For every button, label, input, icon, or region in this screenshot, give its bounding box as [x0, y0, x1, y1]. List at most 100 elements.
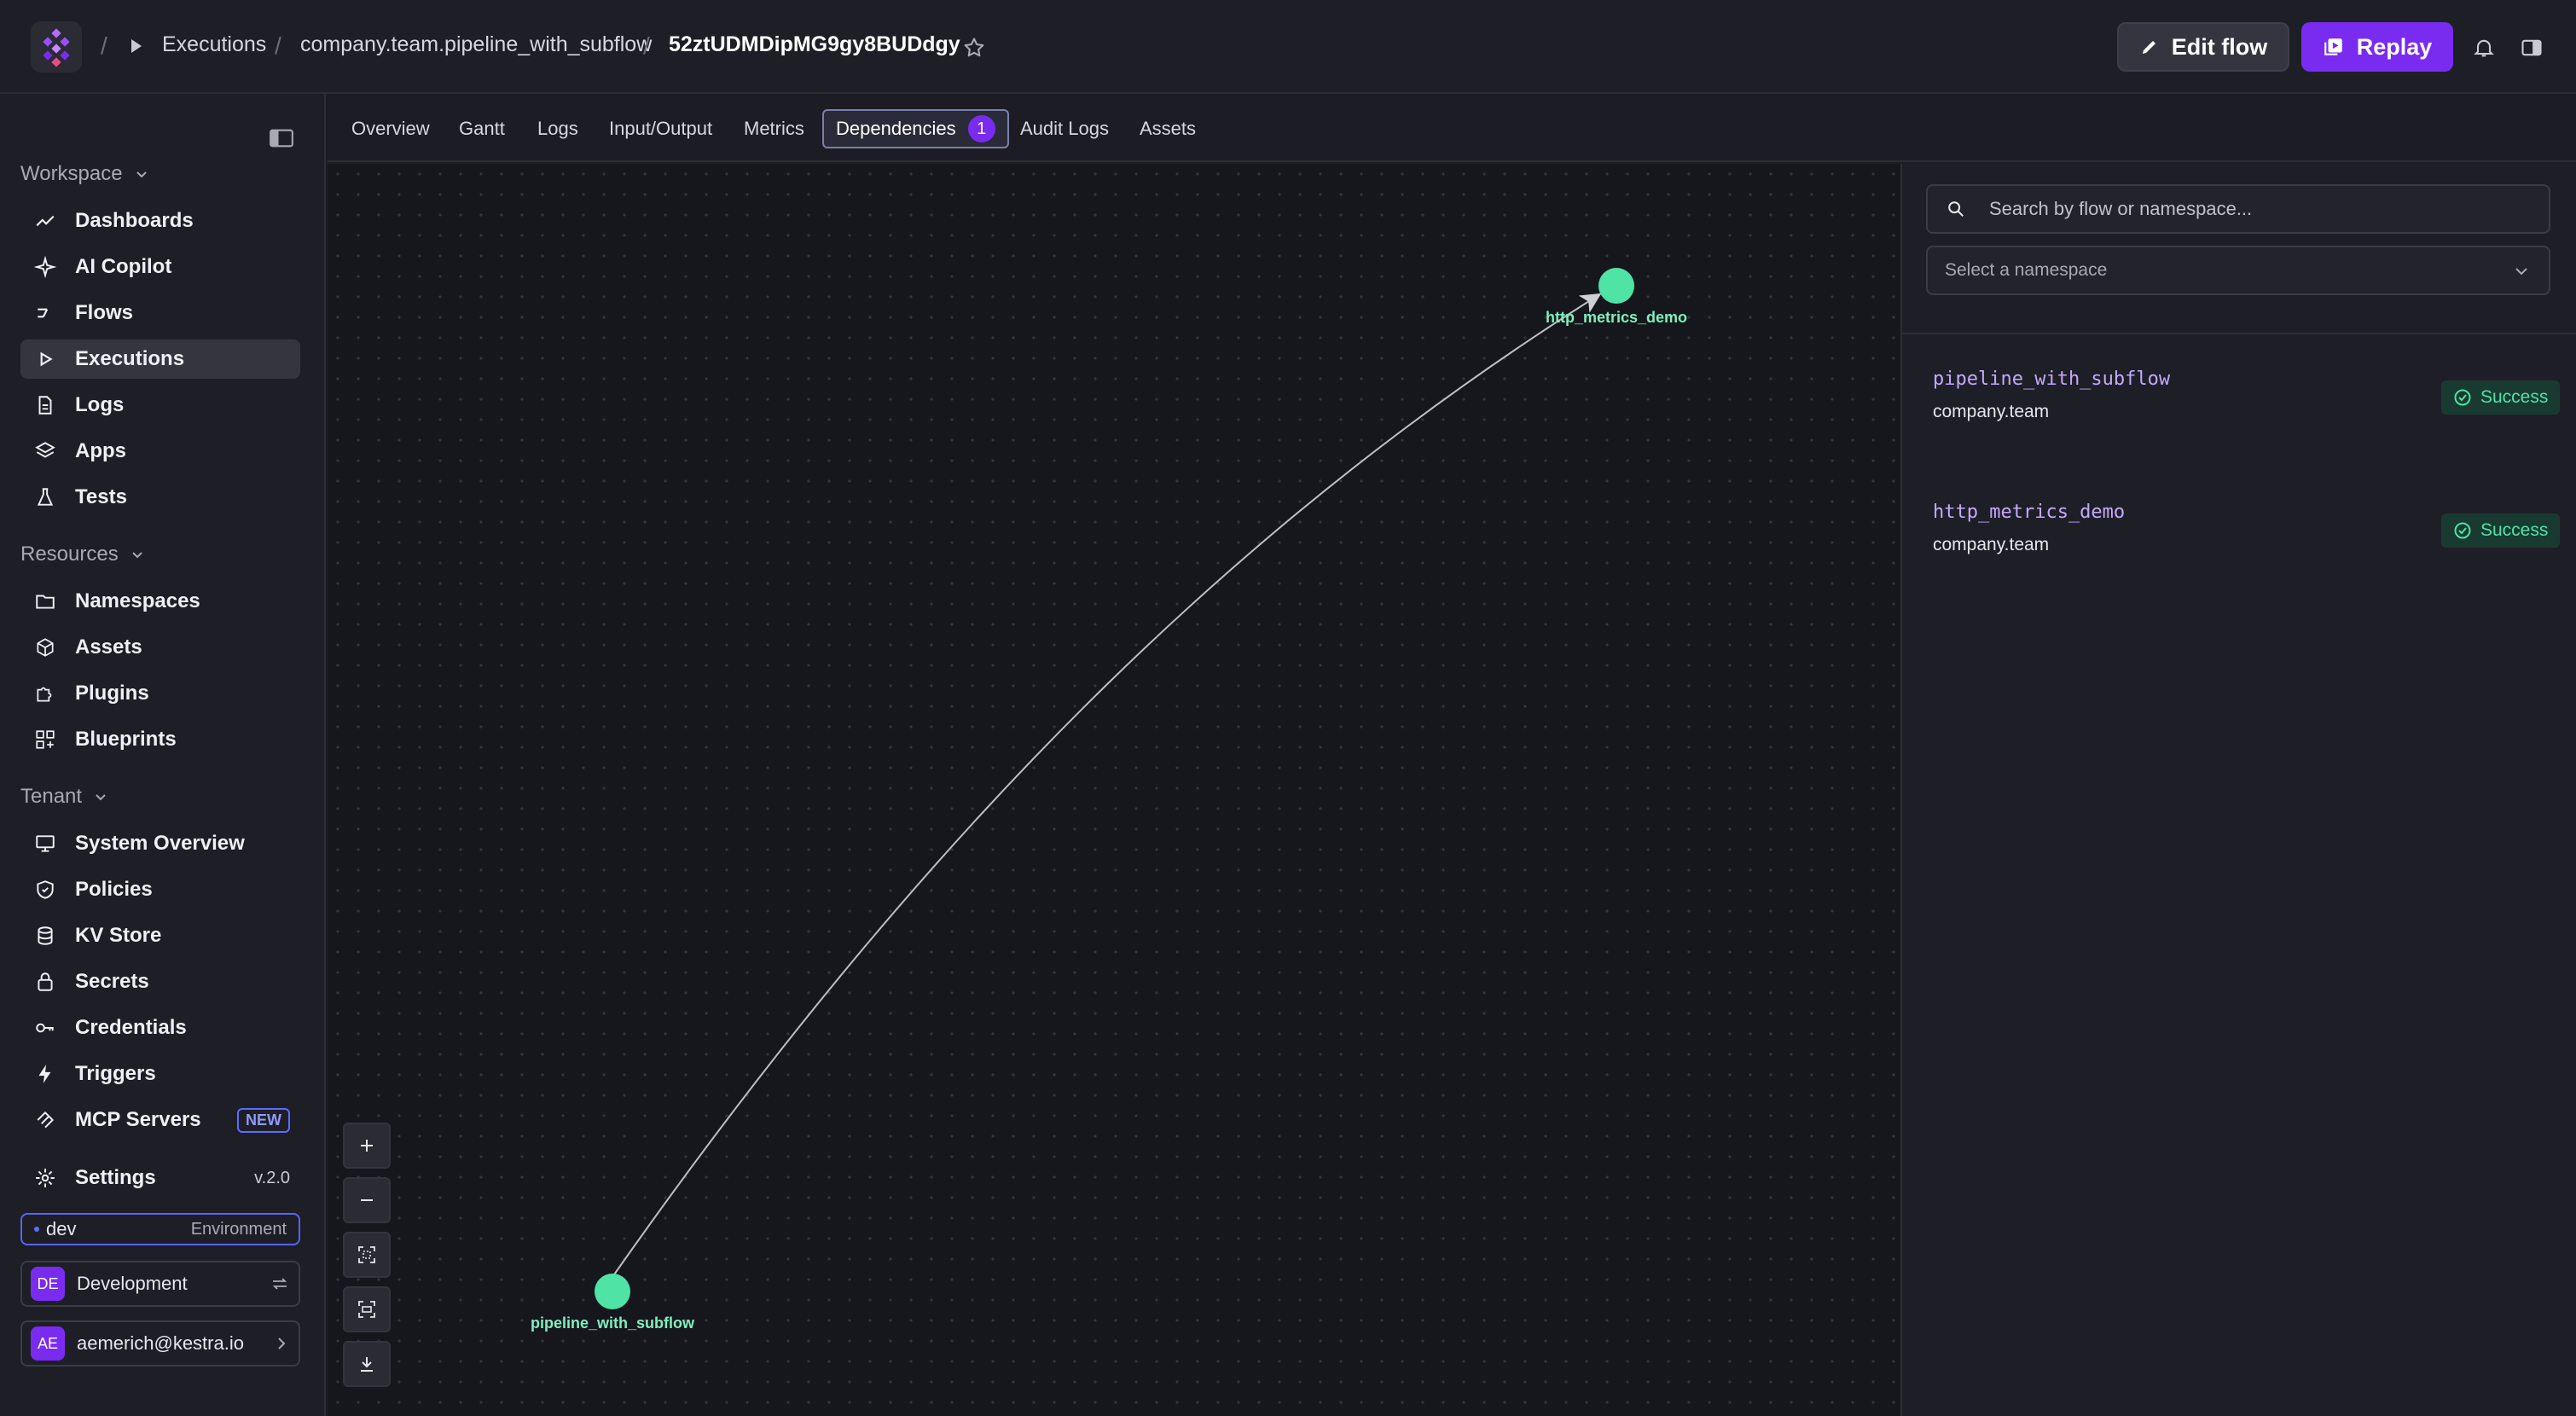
check-circle-icon [2454, 389, 2471, 406]
sidebar-item-label: AI Copilot [75, 255, 172, 278]
key-icon [34, 1017, 56, 1039]
folder-icon [34, 590, 56, 612]
tab-metrics[interactable]: Metrics [744, 109, 804, 148]
breadcrumb-separator: / [275, 32, 281, 59]
zoom-in-button[interactable] [343, 1123, 391, 1169]
dependency-list-item[interactable]: http_metrics_demo company.team [1933, 502, 2125, 555]
breadcrumb-separator: / [643, 32, 650, 59]
flow-namespace: company.team [1933, 535, 2050, 554]
new-badge: NEW [237, 1107, 290, 1133]
edit-flow-label: Edit flow [2171, 33, 2268, 60]
graph-node-label[interactable]: pipeline_with_subflow [531, 1314, 694, 1332]
dependency-graph-canvas[interactable]: http_metrics_demo pipeline_with_subflow [328, 164, 1900, 1416]
dependencies-count-badge: 1 [967, 115, 995, 142]
gear-icon [34, 1167, 56, 1189]
sidebar-item-kv-store[interactable]: KV Store [20, 916, 300, 955]
environment-name: dev [46, 1218, 77, 1239]
tab-assets[interactable]: Assets [1140, 109, 1196, 148]
sidebar-item-blueprints[interactable]: Blueprints [20, 720, 300, 759]
kestra-logo-icon[interactable] [31, 21, 82, 73]
tab-dependencies[interactable]: Dependencies 1 [822, 109, 1009, 148]
replay-label: Replay [2356, 33, 2433, 60]
fit-view-button[interactable] [343, 1232, 391, 1278]
edit-flow-button[interactable]: Edit flow [2117, 22, 2289, 72]
dependencies-panel: Search by flow or namespace... Select a … [1900, 164, 2576, 1416]
tab-gantt[interactable]: Gantt [459, 109, 505, 148]
graph-node-pipeline-with-subflow [595, 1274, 630, 1309]
section-resources[interactable]: Resources [20, 543, 144, 566]
sidebar-item-triggers[interactable]: Triggers [20, 1054, 300, 1094]
play-icon [131, 39, 142, 53]
sidebar-item-namespaces[interactable]: Namespaces [20, 582, 300, 621]
status-label: Success [2480, 520, 2549, 540]
panel-toggle-icon[interactable] [2520, 36, 2544, 60]
sidebar-item-policies[interactable]: Policies [20, 870, 300, 909]
pencil-icon [2142, 41, 2155, 54]
sidebar-item-label: Triggers [75, 1062, 156, 1085]
sidebar-item-tests[interactable]: Tests [20, 478, 300, 517]
bell-icon[interactable] [2472, 36, 2496, 60]
environment-dot [34, 1227, 39, 1232]
breadcrumb-separator: / [101, 32, 107, 59]
center-view-button[interactable] [343, 1286, 391, 1332]
sidebar-item-executions[interactable]: Executions [20, 339, 300, 379]
bolt-icon [34, 1063, 56, 1085]
section-workspace[interactable]: Workspace [20, 162, 148, 186]
section-tenant[interactable]: Tenant [20, 785, 107, 809]
dependency-graph [595, 268, 1634, 1309]
chevron-right-icon [278, 1338, 286, 1349]
blueprint-icon [34, 728, 56, 751]
chevron-down-icon [2515, 268, 2527, 276]
download-button[interactable] [343, 1341, 391, 1387]
namespace-select-placeholder: Select a namespace [1945, 260, 2108, 280]
sidebar-item-assets[interactable]: Assets [20, 628, 300, 667]
sidebar-item-logs[interactable]: Logs [20, 386, 300, 425]
sidebar-item-label: Policies [75, 878, 153, 901]
user-menu[interactable]: AE aemerich@kestra.io [20, 1320, 300, 1367]
top-bar: / Executions / company.team.pipeline_wit… [0, 0, 2576, 94]
sidebar-item-plugins[interactable]: Plugins [20, 674, 300, 713]
tab-audit-logs[interactable]: Audit Logs [1020, 109, 1109, 148]
flow-id[interactable]: pipeline_with_subflow [1933, 369, 2170, 390]
zoom-out-button[interactable] [343, 1177, 391, 1223]
search-input[interactable]: Search by flow or namespace... [1926, 184, 2550, 234]
graph-node-label[interactable]: http_metrics_demo [1546, 309, 1687, 327]
sidebar-item-label: KV Store [75, 924, 162, 947]
sidebar-item-label: Flows [75, 301, 134, 324]
section-workspace-label: Workspace [20, 162, 123, 185]
sidebar-item-system-overview[interactable]: System Overview [20, 824, 300, 863]
sidebar-item-ai-copilot[interactable]: AI Copilot [20, 247, 300, 287]
namespace-select[interactable]: Select a namespace [1926, 246, 2550, 295]
breadcrumb-executions[interactable]: Executions [162, 32, 266, 57]
replay-button[interactable]: Replay [2301, 22, 2453, 72]
breadcrumb-flow[interactable]: company.team.pipeline_with_subflow [300, 32, 652, 57]
sidebar-item-secrets[interactable]: Secrets [20, 962, 300, 1001]
sidebar-item-flows[interactable]: Flows [20, 293, 300, 333]
user-avatar: AE [31, 1326, 65, 1361]
tab-input-output[interactable]: Input/Output [609, 109, 712, 148]
sidebar-collapse-icon[interactable] [270, 128, 293, 148]
sidebar-item-label: Plugins [75, 682, 149, 705]
chevron-down-icon [96, 794, 106, 801]
tab-logs[interactable]: Logs [537, 109, 578, 148]
dependency-list-item[interactable]: pipeline_with_subflow company.team [1933, 369, 2170, 422]
flow-id[interactable]: http_metrics_demo [1933, 502, 2125, 523]
sparkle-icon [34, 256, 56, 278]
status-badge: Success [2441, 380, 2561, 415]
check-circle-icon [2454, 522, 2471, 539]
sidebar-item-apps[interactable]: Apps [20, 432, 300, 471]
star-icon[interactable] [962, 36, 986, 60]
search-placeholder: Search by flow or namespace... [1989, 198, 2253, 219]
tenant-switcher[interactable]: DE Development [20, 1261, 300, 1307]
sidebar-item-label: Executions [75, 347, 185, 370]
sidebar: Workspace Dashboards AI Copilot Flows Ex… [0, 94, 326, 1416]
swap-icon [272, 1278, 287, 1290]
sidebar-item-settings[interactable]: Settings v.2.0 [20, 1158, 300, 1198]
tab-overview[interactable]: Overview [351, 109, 430, 148]
sidebar-item-label: Tests [75, 485, 127, 508]
sidebar-item-mcp-servers[interactable]: MCP Servers NEW [20, 1100, 300, 1140]
mcp-icon [34, 1109, 56, 1131]
sidebar-item-credentials[interactable]: Credentials [20, 1008, 300, 1047]
sidebar-item-dashboards[interactable]: Dashboards [20, 201, 300, 241]
environment-selector[interactable]: dev Environment [20, 1213, 300, 1245]
